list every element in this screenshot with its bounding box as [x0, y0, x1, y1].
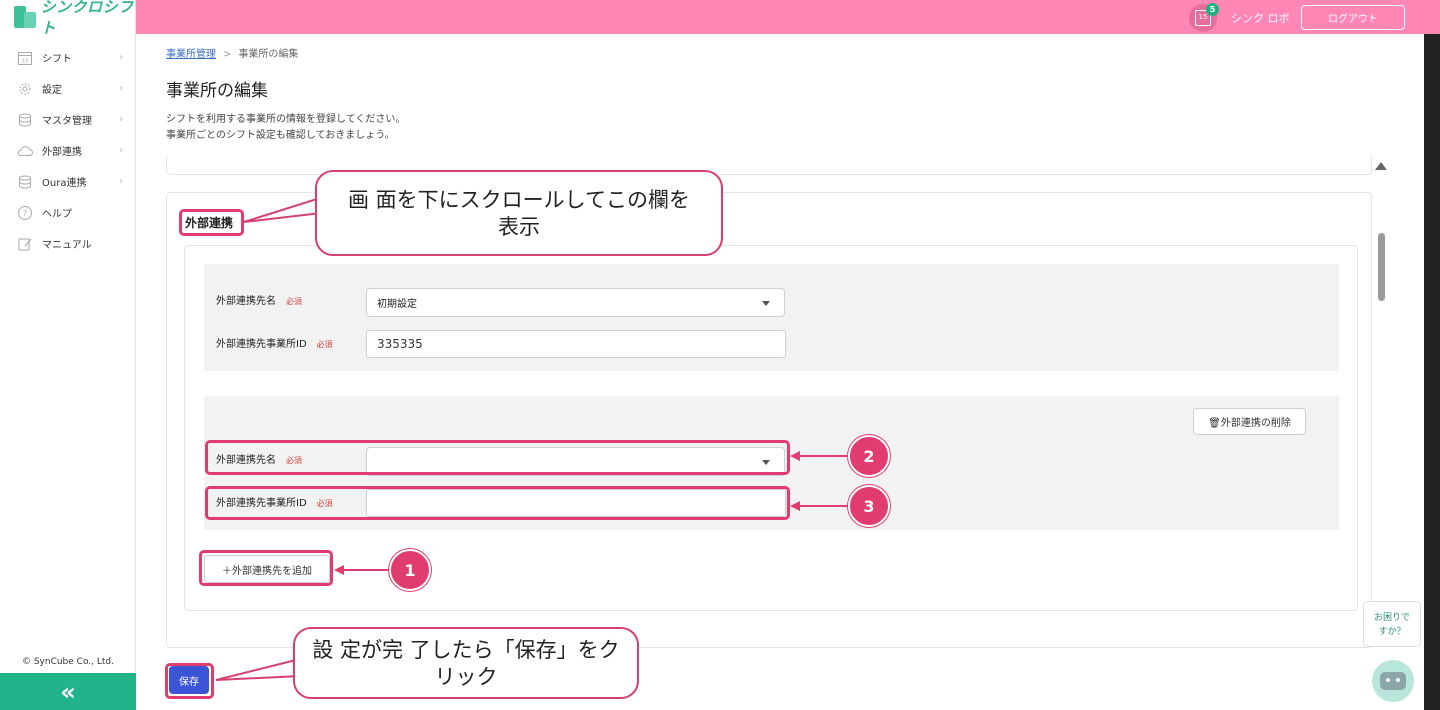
notification-badge: 5	[1206, 3, 1219, 16]
help-text: すか？	[1378, 627, 1406, 637]
logo-icon	[12, 4, 36, 30]
step-number-1: 1	[389, 549, 431, 591]
callout-text: リック	[434, 665, 498, 689]
copyright-text: © SynCube Co., Ltd.	[21, 657, 115, 667]
field-label: 外部連携先事業所ID 必須	[216, 339, 333, 350]
sidebar-item-label: マニュアル	[42, 240, 92, 251]
sidebar-item-label: 外部連携	[42, 147, 82, 158]
sidebar-nav: 15 シフト › 設定 › マスタ管理 › 外部連携 › Oura連携 › ? …	[0, 42, 135, 259]
callout-scroll-instruction: 画 面を下にスクロールしてこの欄を 表示	[315, 170, 723, 256]
integration-office-id-input[interactable]: 335335	[366, 330, 786, 358]
chevron-right-icon: ›	[119, 114, 123, 125]
sidebar-item-label: シフト	[42, 54, 72, 65]
required-mark: 必須	[316, 340, 333, 349]
caret-down-icon	[762, 301, 770, 306]
app-logo[interactable]: シンクロシフト	[0, 0, 135, 37]
sidebar-item-manual[interactable]: マニュアル	[0, 228, 135, 259]
help-text: お困りで	[1373, 613, 1410, 623]
question-icon: ?	[16, 204, 34, 222]
cloud-icon	[16, 142, 34, 160]
sidebar-item-oura[interactable]: Oura連携 ›	[0, 166, 135, 197]
sidebar-item-shift[interactable]: 15 シフト ›	[0, 42, 135, 73]
sidebar-item-label: ヘルプ	[42, 209, 72, 220]
highlight-name-field	[205, 440, 790, 475]
sidebar-collapse-button[interactable]: «	[0, 673, 136, 710]
integration-name-select[interactable]: 初期設定	[366, 288, 785, 317]
database-icon	[16, 111, 34, 129]
sidebar-item-label: 設定	[42, 85, 62, 96]
callout-save-instruction: 設 定が完 了したら「保存」をク リック	[293, 627, 639, 699]
sidebar-item-external[interactable]: 外部連携 ›	[0, 135, 135, 166]
sidebar-item-settings[interactable]: 設定 ›	[0, 73, 135, 104]
highlight-add-button	[199, 550, 333, 586]
chevron-right-icon: ›	[119, 83, 123, 94]
robot-icon	[1380, 672, 1406, 690]
integration-entry: 外部連携先名 必須 初期設定 外部連携先事業所ID 必須 335335	[204, 264, 1339, 371]
scrollbar-thumb[interactable]	[1378, 233, 1385, 301]
window-edge	[1424, 34, 1440, 710]
description-line: シフトを利用する事業所の情報を登録してください。	[166, 114, 406, 125]
delete-integration-button[interactable]: 🗑外部連携の削除	[1193, 408, 1306, 435]
page-title: 事業所の編集	[166, 81, 268, 101]
breadcrumb-separator: >	[223, 49, 232, 60]
sidebar-item-label: マスタ管理	[42, 116, 92, 127]
chevron-right-icon: ›	[119, 145, 123, 156]
breadcrumb-current: 事業所の編集	[238, 49, 299, 60]
sidebar: シンクロシフト 15 シフト › 設定 › マスタ管理 › 外部連携 › Our…	[0, 0, 136, 710]
required-mark: 必須	[286, 297, 302, 306]
svg-text:?: ?	[23, 209, 27, 218]
select-value: 初期設定	[377, 299, 417, 310]
page-description: シフトを利用する事業所の情報を登録してください。 事業所ごとのシフト設定も確認し…	[166, 112, 405, 144]
highlight-id-field	[205, 486, 790, 520]
chevron-right-icon: ›	[119, 176, 123, 187]
breadcrumb-link-office-management[interactable]: 事業所管理	[166, 49, 216, 60]
chevron-right-icon: ›	[119, 52, 123, 63]
main-content: 事業所管理 > 事業所の編集 事業所の編集 シフトを利用する事業所の情報を登録してく…	[136, 34, 1424, 710]
logo-text: シンクロシフト	[40, 0, 134, 37]
svg-text:15: 15	[22, 58, 29, 64]
sidebar-item-master[interactable]: マスタ管理 ›	[0, 104, 135, 135]
external-integration-card: 外部連携 外部連携先名 必須 初期設定 外部連携先事業所ID 必須 335335 🗑…	[166, 192, 1372, 648]
help-bot-button[interactable]	[1370, 658, 1416, 704]
breadcrumb: 事業所管理 > 事業所の編集	[166, 45, 298, 60]
calendar-icon: 15	[16, 49, 34, 67]
sidebar-item-help[interactable]: ? ヘルプ	[0, 197, 135, 228]
gear-icon	[16, 80, 34, 98]
field-label: 外部連携先名 必須	[216, 296, 302, 307]
edit-icon	[16, 235, 34, 253]
help-bubble[interactable]: お困りで すか？	[1363, 601, 1421, 647]
callout-text: 表示	[498, 215, 540, 239]
double-chevron-left-icon: «	[60, 677, 76, 706]
callout-text: 設 定が完 了したら「保存」をク	[312, 638, 620, 662]
sidebar-item-label: Oura連携	[42, 178, 87, 189]
highlight-save-button	[165, 663, 214, 699]
user-name: シンク ロボ	[1231, 12, 1290, 25]
callout-text: 画 面を下にスクロールしてこの欄を	[347, 188, 691, 212]
scroll-up-arrow-icon[interactable]	[1375, 162, 1387, 170]
logout-button[interactable]: ログアウト	[1301, 5, 1405, 30]
integration-list: 外部連携先名 必須 初期設定 外部連携先事業所ID 必須 335335 🗑外部連携の…	[184, 245, 1358, 611]
step-number-3: 3	[848, 485, 890, 527]
description-line: 事業所ごとのシフト設定も確認しておきましょう。	[166, 130, 395, 141]
step-number-2: 2	[848, 435, 890, 477]
highlight-section-title	[179, 209, 244, 236]
top-header: 15 5 シンク ロボ ログアウト	[136, 0, 1440, 34]
database-icon	[16, 173, 34, 191]
